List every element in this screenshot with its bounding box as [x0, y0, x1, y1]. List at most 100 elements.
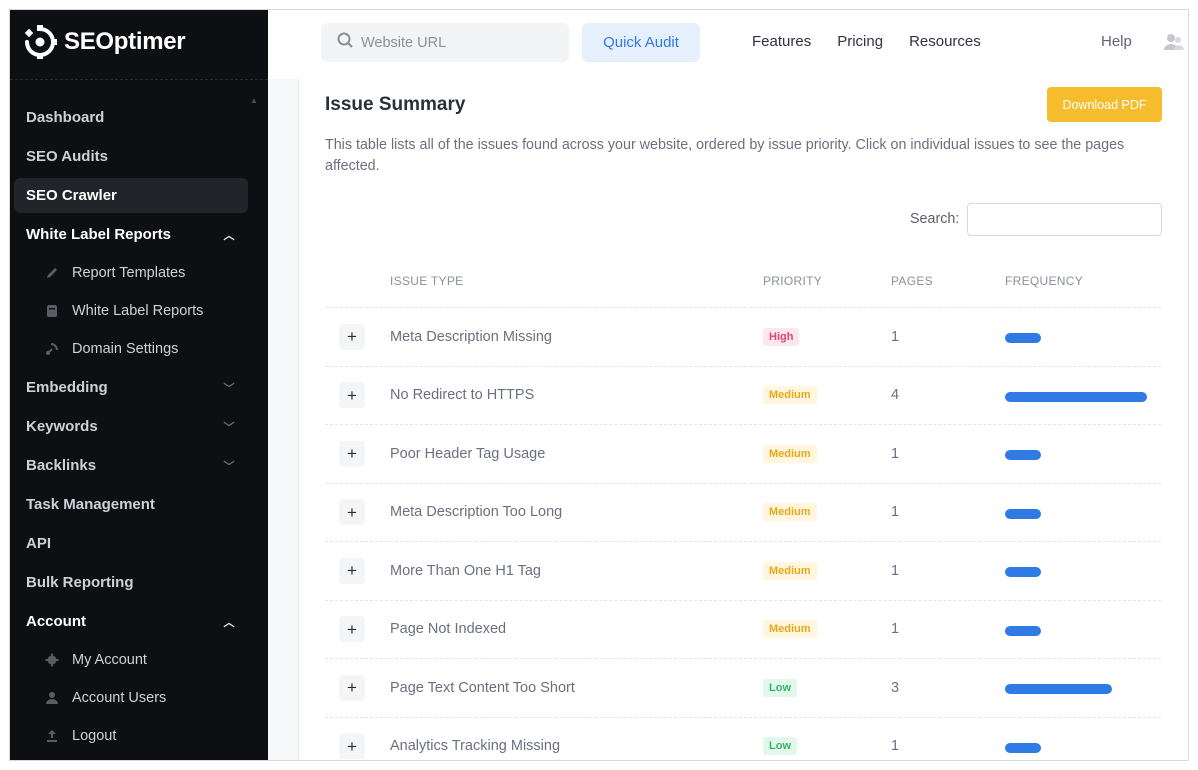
- download-pdf-button[interactable]: Download PDF: [1047, 87, 1162, 122]
- pages-count: 1: [891, 328, 900, 345]
- sidebar-item-api[interactable]: API: [14, 524, 248, 563]
- table-search-input[interactable]: [967, 203, 1162, 236]
- sidebar-item-label: API: [26, 535, 52, 552]
- website-url-search[interactable]: [321, 23, 569, 62]
- sidebar-divider: [10, 79, 268, 80]
- table-row[interactable]: + Meta Description Too Long Medium 1: [325, 484, 1161, 542]
- expand-row-button[interactable]: +: [339, 733, 365, 760]
- issue-type: Meta Description Missing: [390, 328, 552, 345]
- sidebar-item-seo-crawler[interactable]: SEO Crawler: [14, 178, 248, 213]
- content-gutter: [268, 79, 298, 760]
- sidebar-item-backlinks[interactable]: Backlinks ﹀: [14, 446, 248, 485]
- sidebar-item-task-management[interactable]: Task Management: [14, 485, 248, 524]
- satellite-icon: [44, 341, 60, 357]
- table-body: + Meta Description Missing High 1 + No Redire…: [325, 308, 1161, 761]
- table-row[interactable]: + Analytics Tracking Missing Low 1: [325, 718, 1161, 761]
- frequency-bar: [1005, 391, 1147, 402]
- table-row[interactable]: + Page Text Content Too Short Low 3: [325, 659, 1161, 718]
- table-row[interactable]: + Meta Description Missing High 1: [325, 308, 1161, 367]
- column-header-frequency[interactable]: FREQUENCY: [1005, 274, 1161, 288]
- priority-badge: Medium: [763, 561, 817, 580]
- sidebar-item-white-label-reports[interactable]: White Label Reports ︿: [14, 215, 248, 254]
- table-row[interactable]: + No Redirect to HTTPS Medium 4: [325, 367, 1161, 425]
- sidebar-subitem-white-label-reports[interactable]: White Label Reports: [14, 292, 248, 330]
- priority-badge: Medium: [763, 444, 817, 463]
- quick-audit-button[interactable]: Quick Audit: [582, 23, 700, 62]
- report-icon: [44, 303, 60, 319]
- nav-link-resources[interactable]: Resources: [909, 33, 981, 50]
- top-nav-links: Features Pricing Resources: [752, 33, 981, 50]
- table-row[interactable]: + Poor Header Tag Usage Medium 1: [325, 425, 1161, 484]
- table-row[interactable]: + More Than One H1 Tag Medium 1: [325, 542, 1161, 601]
- sidebar-item-label: White Label Reports: [72, 303, 204, 319]
- priority-badge: High: [763, 327, 800, 346]
- plus-icon: +: [347, 444, 357, 464]
- pages-count: 1: [891, 504, 900, 521]
- sidebar-subitem-my-account[interactable]: My Account: [14, 641, 248, 679]
- pages-count: 3: [891, 679, 900, 696]
- chevron-up-icon: ︿: [223, 616, 235, 629]
- sidebar-item-label: SEO Audits: [26, 148, 108, 165]
- sidebar-item-account[interactable]: Account ︿: [14, 602, 248, 641]
- pages-count: 4: [891, 387, 900, 404]
- expand-row-button[interactable]: +: [339, 382, 365, 409]
- issue-type: No Redirect to HTTPS: [390, 387, 535, 404]
- sidebar-item-label: SEO Crawler: [26, 187, 117, 204]
- table-header: ISSUE TYPE PRIORITY PAGES FREQUENCY: [325, 255, 1161, 308]
- issue-type: Poor Header Tag Usage: [390, 445, 546, 462]
- column-header-issue-type[interactable]: ISSUE TYPE: [390, 274, 763, 288]
- gear-icon: [44, 652, 60, 668]
- chevron-down-icon: ﹀: [223, 460, 235, 473]
- plus-icon: +: [347, 327, 357, 347]
- sidebar-item-label: Logout: [72, 728, 117, 744]
- sidebar-item-seo-audits[interactable]: SEO Audits: [14, 137, 248, 176]
- sidebar-item-label: My Account: [72, 652, 147, 668]
- issue-type: Page Text Content Too Short: [390, 679, 575, 696]
- expand-row-button[interactable]: +: [339, 323, 365, 350]
- pages-count: 1: [891, 738, 900, 755]
- issue-type: Analytics Tracking Missing: [390, 738, 561, 755]
- frequency-bar: [1005, 742, 1041, 753]
- nav-link-pricing[interactable]: Pricing: [837, 33, 883, 50]
- sidebar-subitem-logout[interactable]: Logout: [14, 717, 248, 755]
- sidebar-subitem-account-users[interactable]: Account Users: [14, 679, 248, 717]
- table-row[interactable]: + Page Not Indexed Medium 1: [325, 601, 1161, 659]
- sidebar-item-label: Bulk Reporting: [26, 574, 134, 591]
- frequency-bar: [1005, 508, 1041, 519]
- sidebar-item-keywords[interactable]: Keywords ﹀: [14, 407, 248, 446]
- frequency-bar: [1005, 450, 1041, 461]
- expand-row-button[interactable]: +: [339, 557, 365, 584]
- expand-row-button[interactable]: +: [339, 499, 365, 526]
- expand-row-button[interactable]: +: [339, 674, 365, 701]
- frequency-bar: [1005, 333, 1041, 344]
- logo[interactable]: SEOptimer: [22, 22, 186, 62]
- website-url-input[interactable]: [361, 34, 551, 51]
- user-icon: [44, 690, 60, 706]
- seoptimer-logo-icon: [22, 24, 58, 60]
- scroll-up-icon[interactable]: ▲: [250, 96, 258, 105]
- sidebar-subitem-report-templates[interactable]: Report Templates: [14, 254, 248, 292]
- issue-type: More Than One H1 Tag: [390, 562, 541, 579]
- pencil-icon: [44, 265, 60, 281]
- expand-row-button[interactable]: +: [339, 440, 365, 467]
- sidebar-item-embedding[interactable]: Embedding ﹀: [14, 368, 248, 407]
- nav-link-features[interactable]: Features: [752, 33, 811, 50]
- plus-icon: +: [347, 385, 357, 405]
- plus-icon: +: [347, 561, 357, 581]
- brand-name: SEOptimer: [64, 28, 186, 55]
- column-header-pages[interactable]: PAGES: [891, 274, 1005, 288]
- pages-count: 1: [891, 621, 900, 638]
- help-link[interactable]: Help: [1101, 33, 1132, 50]
- user-menu-icon[interactable]: [1163, 32, 1185, 57]
- sidebar-subitem-domain-settings[interactable]: Domain Settings: [14, 330, 248, 368]
- sidebar-item-label: Dashboard: [26, 109, 105, 126]
- expand-row-button[interactable]: +: [339, 616, 365, 643]
- priority-badge: Low: [763, 678, 797, 697]
- table-search-label: Search:: [910, 211, 960, 227]
- chevron-down-icon: ﹀: [223, 382, 235, 395]
- column-header-priority[interactable]: PRIORITY: [763, 274, 891, 288]
- sidebar-item-bulk-reporting[interactable]: Bulk Reporting: [14, 563, 248, 602]
- sidebar-item-label: Task Management: [26, 496, 155, 513]
- page-description: This table lists all of the issues found…: [325, 137, 1125, 174]
- sidebar-item-dashboard[interactable]: Dashboard: [14, 98, 248, 137]
